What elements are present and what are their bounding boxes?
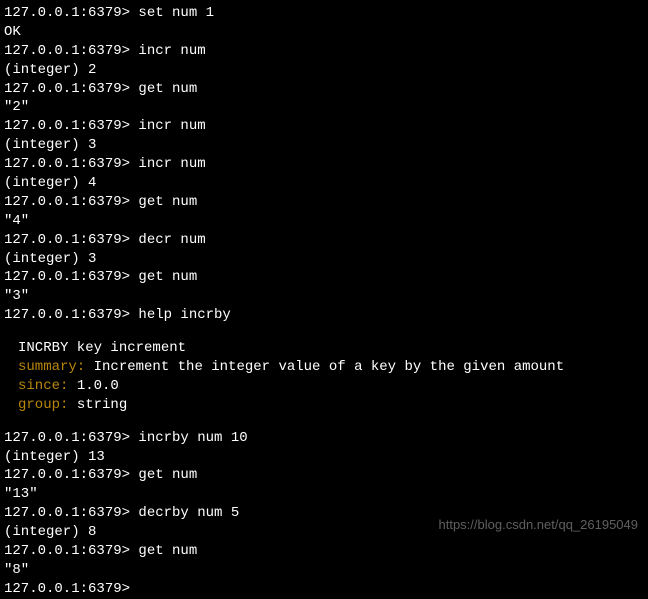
help-since-label: since: [4, 378, 77, 394]
terminal-command: incr num [138, 156, 205, 172]
terminal-command: get num [138, 543, 197, 559]
terminal-command-line: 127.0.0.1:6379> incrby num 10 [4, 429, 644, 448]
terminal-prompt: 127.0.0.1:6379> [4, 505, 138, 521]
terminal-prompt: 127.0.0.1:6379> [4, 467, 138, 483]
terminal-command-line: 127.0.0.1:6379> incr num [4, 42, 644, 61]
terminal-prompt: 127.0.0.1:6379> [4, 581, 138, 597]
terminal-prompt: 127.0.0.1:6379> [4, 156, 138, 172]
terminal-output-line: "8" [4, 561, 644, 580]
terminal-command: get num [138, 194, 197, 210]
terminal-prompt: 127.0.0.1:6379> [4, 307, 138, 323]
terminal-output-line: OK [4, 23, 644, 42]
help-summary-label: summary: [4, 359, 94, 375]
terminal-command: decrby num 5 [138, 505, 239, 521]
terminal-command: set num 1 [138, 5, 214, 21]
terminal-command-line: 127.0.0.1:6379> get num [4, 193, 644, 212]
terminal-command: incr num [138, 43, 205, 59]
terminal-command-line: 127.0.0.1:6379> get num [4, 80, 644, 99]
terminal-command-line: 127.0.0.1:6379> get num [4, 466, 644, 485]
terminal-command: get num [138, 81, 197, 97]
terminal-output-line: (integer) 13 [4, 448, 644, 467]
help-group-value: string [77, 397, 127, 413]
help-syntax: INCRBY key increment [4, 339, 644, 358]
watermark-text: https://blog.csdn.net/qq_26195049 [439, 516, 639, 534]
terminal-command-line: 127.0.0.1:6379> help incrby [4, 306, 644, 325]
terminal-prompt: 127.0.0.1:6379> [4, 232, 138, 248]
terminal-command-line: 127.0.0.1:6379> decr num [4, 231, 644, 250]
terminal-output-line: (integer) 2 [4, 61, 644, 80]
terminal-prompt: 127.0.0.1:6379> [4, 269, 138, 285]
terminal-command-line: 127.0.0.1:6379> get num [4, 268, 644, 287]
help-group: group: string [4, 396, 644, 415]
help-summary: summary: Increment the integer value of … [4, 358, 644, 377]
help-block: INCRBY key incrementsummary: Increment t… [4, 339, 644, 415]
terminal-prompt: 127.0.0.1:6379> [4, 194, 138, 210]
terminal-output[interactable]: 127.0.0.1:6379> set num 1OK127.0.0.1:637… [4, 4, 644, 599]
terminal-output-line: (integer) 3 [4, 136, 644, 155]
terminal-prompt: 127.0.0.1:6379> [4, 430, 138, 446]
terminal-command-line: 127.0.0.1:6379> get num [4, 542, 644, 561]
terminal-output-line: "4" [4, 212, 644, 231]
terminal-output-line: "13" [4, 485, 644, 504]
help-group-label: group: [4, 397, 77, 413]
terminal-command: get num [138, 467, 197, 483]
terminal-command-line: 127.0.0.1:6379> incr num [4, 155, 644, 174]
terminal-command: incrby num 10 [138, 430, 247, 446]
terminal-command: get num [138, 269, 197, 285]
terminal-command: incr num [138, 118, 205, 134]
terminal-command: help incrby [138, 307, 230, 323]
terminal-command-line: 127.0.0.1:6379> set num 1 [4, 4, 644, 23]
terminal-command: decr num [138, 232, 205, 248]
terminal-prompt: 127.0.0.1:6379> [4, 5, 138, 21]
terminal-prompt: 127.0.0.1:6379> [4, 543, 138, 559]
terminal-prompt: 127.0.0.1:6379> [4, 43, 138, 59]
terminal-output-line: "3" [4, 287, 644, 306]
terminal-output-line: "2" [4, 98, 644, 117]
terminal-prompt: 127.0.0.1:6379> [4, 118, 138, 134]
terminal-output-line: (integer) 3 [4, 250, 644, 269]
terminal-prompt: 127.0.0.1:6379> [4, 81, 138, 97]
terminal-output-line: (integer) 4 [4, 174, 644, 193]
terminal-command-line: 127.0.0.1:6379> [4, 580, 644, 599]
help-summary-value: Increment the integer value of a key by … [94, 359, 564, 375]
help-since: since: 1.0.0 [4, 377, 644, 396]
help-since-value: 1.0.0 [77, 378, 119, 394]
terminal-command-line: 127.0.0.1:6379> incr num [4, 117, 644, 136]
